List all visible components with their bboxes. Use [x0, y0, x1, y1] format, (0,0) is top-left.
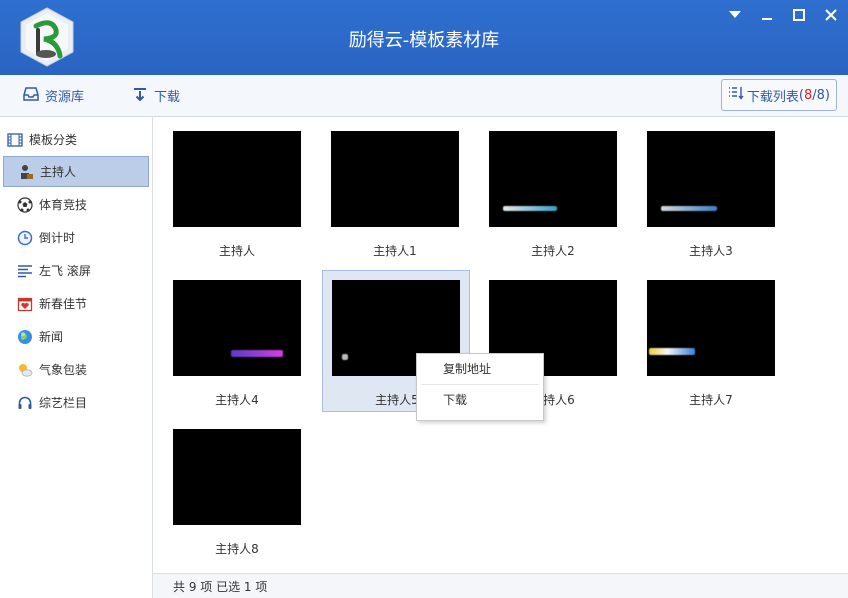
sidebar-item-label: 主持人 — [40, 165, 77, 179]
sidebar-item-spring-festival[interactable]: 新春佳节 — [3, 288, 149, 319]
globe-icon — [17, 329, 33, 345]
template-thumbnail — [331, 131, 459, 227]
sidebar-item-countdown[interactable]: 倒计时 — [3, 222, 149, 253]
vertical-scrollbar[interactable] — [836, 117, 848, 573]
template-thumbnail — [173, 429, 301, 525]
dropdown-icon[interactable] — [726, 6, 744, 24]
category-sidebar: 模板分类 主持人 体育竞技 倒计时 左飞 滚屏 新春佳节 新闻 气象包装 综艺栏… — [0, 117, 153, 598]
template-tile[interactable]: 主持人3 — [627, 118, 775, 260]
download-list-button[interactable]: 下载列表(8/8) — [720, 79, 837, 111]
template-thumbnail — [489, 131, 617, 227]
clock-icon — [17, 230, 33, 246]
list-icon — [728, 86, 744, 104]
sidebar-item-label: 倒计时 — [39, 231, 76, 245]
download-list-close-paren: ) — [824, 87, 830, 103]
sidebar-item-variety[interactable]: 综艺栏目 — [3, 387, 149, 418]
headphones-icon — [17, 395, 33, 411]
title-bar: 励得云-模板素材库 — [0, 0, 848, 75]
copy-address-menu-item[interactable]: 复制地址 — [417, 354, 543, 384]
window-controls — [726, 6, 840, 24]
toolbar: 资源库 下载 下载列表(8/8) — [0, 75, 848, 117]
maximize-icon[interactable] — [790, 6, 808, 24]
category-header: 模板分类 — [3, 124, 149, 155]
template-name: 主持人4 — [215, 393, 259, 407]
template-thumbnail — [647, 131, 775, 227]
template-name: 主持人7 — [689, 393, 733, 407]
template-name: 主持人 — [218, 244, 255, 258]
template-name: 主持人3 — [689, 244, 733, 258]
sidebar-item-label: 新春佳节 — [39, 297, 88, 311]
sidebar-item-label: 综艺栏目 — [39, 396, 88, 410]
template-thumbnail — [647, 280, 775, 376]
download-count-total: /8 — [812, 87, 825, 103]
sidebar-item-news[interactable]: 新闻 — [3, 321, 149, 352]
status-text: 共 9 项 已选 1 项 — [173, 579, 268, 594]
library-button[interactable]: 资源库 — [23, 75, 84, 116]
close-icon[interactable] — [822, 6, 840, 24]
sidebar-item-host[interactable]: 主持人 — [3, 156, 149, 187]
scroll-text-icon — [17, 263, 33, 279]
soccer-ball-icon — [17, 196, 33, 213]
sidebar-item-scroll[interactable]: 左飞 滚屏 — [3, 255, 149, 286]
sidebar-item-label: 左飞 滚屏 — [39, 264, 91, 278]
template-name: 主持人1 — [373, 244, 417, 258]
template-tile[interactable]: 主持人2 — [469, 118, 617, 260]
download-list-label: 下载列表 — [746, 89, 799, 105]
download-count-current: 8 — [803, 87, 813, 103]
inbox-icon — [23, 86, 39, 106]
template-tile[interactable]: 主持人 — [153, 118, 301, 260]
template-name: 主持人2 — [531, 244, 575, 258]
download-button[interactable]: 下载 — [132, 75, 180, 116]
library-label: 资源库 — [45, 90, 85, 105]
window-title: 励得云-模板素材库 — [348, 30, 500, 51]
sidebar-item-label: 新闻 — [39, 330, 64, 344]
template-tile[interactable]: 主持人8 — [153, 416, 301, 558]
template-tile[interactable]: 主持人4 — [153, 267, 301, 409]
template-tile[interactable]: 主持人7 — [627, 267, 775, 409]
download-label: 下载 — [154, 90, 181, 105]
sidebar-item-label: 气象包装 — [39, 363, 88, 377]
film-icon — [7, 132, 23, 148]
context-menu: 复制地址 下载 — [416, 353, 544, 421]
sidebar-item-sports[interactable]: 体育竞技 — [3, 189, 149, 220]
calendar-heart-icon — [17, 296, 33, 312]
status-bar: 共 9 项 已选 1 项 — [153, 573, 848, 598]
template-name: 主持人8 — [215, 542, 259, 556]
sidebar-item-weather[interactable]: 气象包装 — [3, 354, 149, 385]
category-header-label: 模板分类 — [29, 133, 78, 147]
sidebar-item-label: 体育竞技 — [39, 198, 88, 212]
download-icon — [132, 86, 148, 106]
weather-icon — [17, 362, 33, 378]
person-icon — [18, 164, 34, 180]
template-thumbnail — [173, 131, 301, 227]
download-menu-item[interactable]: 下载 — [417, 385, 543, 415]
template-thumbnail — [173, 280, 301, 376]
template-grid: 主持人 主持人1 主持人2 主持人3 主持人4 主持人5 主持人6 主持人7 主… — [153, 117, 848, 573]
template-tile[interactable]: 主持人1 — [311, 118, 459, 260]
minimize-icon[interactable] — [758, 6, 776, 24]
